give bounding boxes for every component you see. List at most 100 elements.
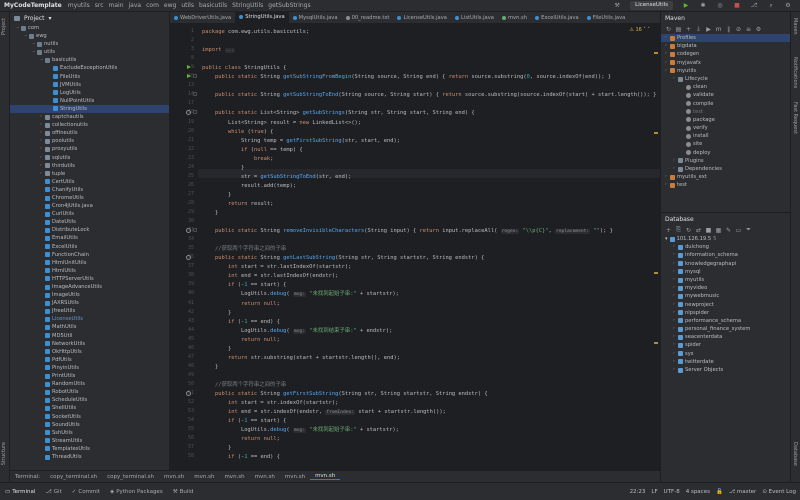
project-tree-item[interactable]: › captchautils <box>10 113 169 121</box>
scroll-marker[interactable] <box>654 342 658 344</box>
project-tree-item[interactable]: SocketUtils <box>10 413 169 421</box>
code-line[interactable]: int start = str.indexOf(startstr); <box>202 399 338 408</box>
code-line[interactable]: return str.substring(start + startstr.le… <box>202 354 400 363</box>
maven-tree-item[interactable]: › myjavafx <box>661 59 790 67</box>
run-config-select[interactable]: LicenseUtils <box>630 1 673 10</box>
project-tree-item[interactable]: ImageAdvanceUtils <box>10 283 169 291</box>
editor-tab[interactable]: 00_readme.txt <box>342 12 394 23</box>
bottom-tool-button[interactable]: ⚒ Build <box>168 489 199 495</box>
code-line[interactable]: int start = str.lastIndexOf(startstr); <box>202 263 351 272</box>
warning-indicator[interactable]: ⚠ 16 ˄ ˅ <box>629 27 650 33</box>
maven-tree-item[interactable]: › Dependencies <box>661 165 790 173</box>
maven-tree-item[interactable]: › Lifecycle <box>661 75 790 83</box>
fold-icon[interactable] <box>193 228 197 233</box>
editor-tab[interactable]: LicenseUtils.java <box>393 12 451 23</box>
project-tree-item[interactable]: ExcelUtils <box>10 243 169 251</box>
maven-tree-item[interactable]: deploy <box>661 149 790 157</box>
project-tree-item[interactable]: › tuple <box>10 170 169 178</box>
code-line[interactable]: //获取两个字符串之间的子串 <box>202 381 286 390</box>
db-host-row[interactable]: ▾ 101.126.19.5 5 <box>661 235 790 243</box>
fold-icon[interactable] <box>193 74 197 79</box>
code-line[interactable]: if (-1 == start) { <box>202 281 286 290</box>
code-line[interactable]: public class StringUtils { <box>202 64 286 73</box>
project-tree-item[interactable]: › sqlutils <box>10 154 169 162</box>
database-schema-item[interactable]: › Server Objects <box>661 366 790 374</box>
maven-m-icon[interactable]: m <box>715 26 722 33</box>
tree-icon[interactable]: ≡ <box>745 26 752 33</box>
maven-tree-item[interactable]: › codegen <box>661 50 790 58</box>
code-line[interactable]: if (-1 == end) { <box>202 318 280 327</box>
maven-tree-item[interactable]: validate <box>661 91 790 99</box>
breadcrumb[interactable]: myutils src main java com ewg utils basicutils S… <box>68 2 316 9</box>
database-schema-item[interactable]: › mywebmusic <box>661 292 790 300</box>
project-tree-item[interactable]: › poolutils <box>10 137 169 145</box>
project-tree-item[interactable]: PinyinUtils <box>10 364 169 372</box>
code-line[interactable]: return null; <box>202 300 280 309</box>
project-tree-item[interactable]: MathUtils <box>10 323 169 331</box>
breadcrumb-item[interactable]: com <box>146 2 159 9</box>
breadcrumb-item[interactable]: basicutils <box>199 2 227 9</box>
breadcrumb-item[interactable]: StringUtils <box>232 2 263 9</box>
refresh-icon[interactable]: ↻ <box>665 26 672 33</box>
project-tree-item[interactable]: ⌄ utils <box>10 48 169 56</box>
line-ending[interactable]: LF <box>651 489 657 495</box>
event-log-button[interactable]: ⊙ Event Log <box>762 489 796 495</box>
copy-icon[interactable]: ⎘ <box>675 226 682 234</box>
project-tree-item[interactable]: HTTPServerUtils <box>10 275 169 283</box>
hammer-icon[interactable]: ⚒ <box>613 2 621 10</box>
project-tree-item[interactable]: DateUtils <box>10 218 169 226</box>
code-line[interactable]: LogUtils.debug( msg: "未找到起始子串:" + starts… <box>202 290 399 299</box>
project-tree-item[interactable]: SoundUtils <box>10 421 169 429</box>
stop-icon[interactable]: ■ <box>705 227 712 234</box>
git-icon[interactable]: ⎇ <box>750 2 758 10</box>
project-tree-item[interactable]: ⌄ nutils <box>10 40 169 48</box>
code-line[interactable]: } <box>202 444 231 453</box>
database-schema-item[interactable]: › spider <box>661 341 790 349</box>
search-icon[interactable]: ⌕ <box>767 2 775 10</box>
code-area[interactable]: package com.ewg.utils.basicutils; import … <box>202 25 660 470</box>
scroll-marker[interactable] <box>654 132 658 134</box>
project-tree-item[interactable]: JAXRSUtils <box>10 299 169 307</box>
git-branch[interactable]: ⎇ master <box>729 489 757 495</box>
maven-tree-item[interactable]: › Profiles <box>661 34 790 43</box>
database-schema-item[interactable]: › myutils <box>661 276 790 284</box>
console-icon[interactable]: ▭ <box>735 227 742 234</box>
project-tree-item[interactable]: NetworkUtils <box>10 340 169 348</box>
bottom-tool-button[interactable]: ⎇ Git <box>40 489 66 495</box>
stop-icon[interactable]: ■ <box>733 2 741 10</box>
terminal-tab[interactable]: mvn.sh <box>219 474 249 480</box>
project-tree-item[interactable]: ChanifyUtils <box>10 186 169 194</box>
project-tree-item[interactable]: StreamUtils <box>10 437 169 445</box>
fast-request-tool-button[interactable]: Fast Request <box>792 102 798 134</box>
project-tree-item[interactable]: TemplatesUtils <box>10 445 169 453</box>
scroll-marker[interactable] <box>654 52 658 54</box>
coverage-icon[interactable]: ◎ <box>716 2 724 10</box>
editor-tab[interactable]: ExcelUtils.java <box>531 12 583 23</box>
editor-tab[interactable]: StringUtils.java <box>235 12 289 23</box>
project-tree-item[interactable]: › thirdutils <box>10 162 169 170</box>
terminal-tab[interactable]: mvn.sh <box>310 473 341 480</box>
project-tree-item[interactable]: Cron4jUtils.java <box>10 202 169 210</box>
terminal-tab[interactable]: mvn.sh <box>250 474 280 480</box>
project-tree-item[interactable]: EmailUtils <box>10 234 169 242</box>
project-tree-item[interactable]: RandomUtils <box>10 380 169 388</box>
code-line[interactable]: LogUtils.debug( msg: "未找到起始子串:" + starts… <box>202 426 399 435</box>
run-gutter-icon[interactable] <box>187 74 191 79</box>
database-tool-button[interactable]: Database <box>792 442 798 466</box>
terminal-tab[interactable]: mvn.sh <box>189 474 219 480</box>
terminal-tab[interactable]: copy_terminal.sh <box>45 474 102 480</box>
editor-tab[interactable]: FileUtils.java <box>583 12 630 23</box>
project-tool-button[interactable]: Project <box>1 18 7 35</box>
editor-tab[interactable]: mvn.sh <box>498 12 531 23</box>
indent-setting[interactable]: 4 spaces <box>686 489 710 495</box>
project-tree-item[interactable]: CurlUtils <box>10 210 169 218</box>
database-schema-item[interactable]: › twitterdate <box>661 358 790 366</box>
project-tree-item[interactable]: PdfUtils <box>10 356 169 364</box>
project-tree-item[interactable]: PrintUtils <box>10 372 169 380</box>
settings-icon[interactable]: ⚙ <box>784 2 792 10</box>
project-tree-item[interactable]: › offineutils <box>10 129 169 137</box>
project-tree-item[interactable]: OkHttpUtils <box>10 348 169 356</box>
code-line[interactable]: String temp = getFirstSubString(str, sta… <box>202 137 400 146</box>
table-icon[interactable]: ▦ <box>715 227 722 234</box>
code-line[interactable]: int end = str.lastIndexOf(endstr); <box>202 272 338 281</box>
